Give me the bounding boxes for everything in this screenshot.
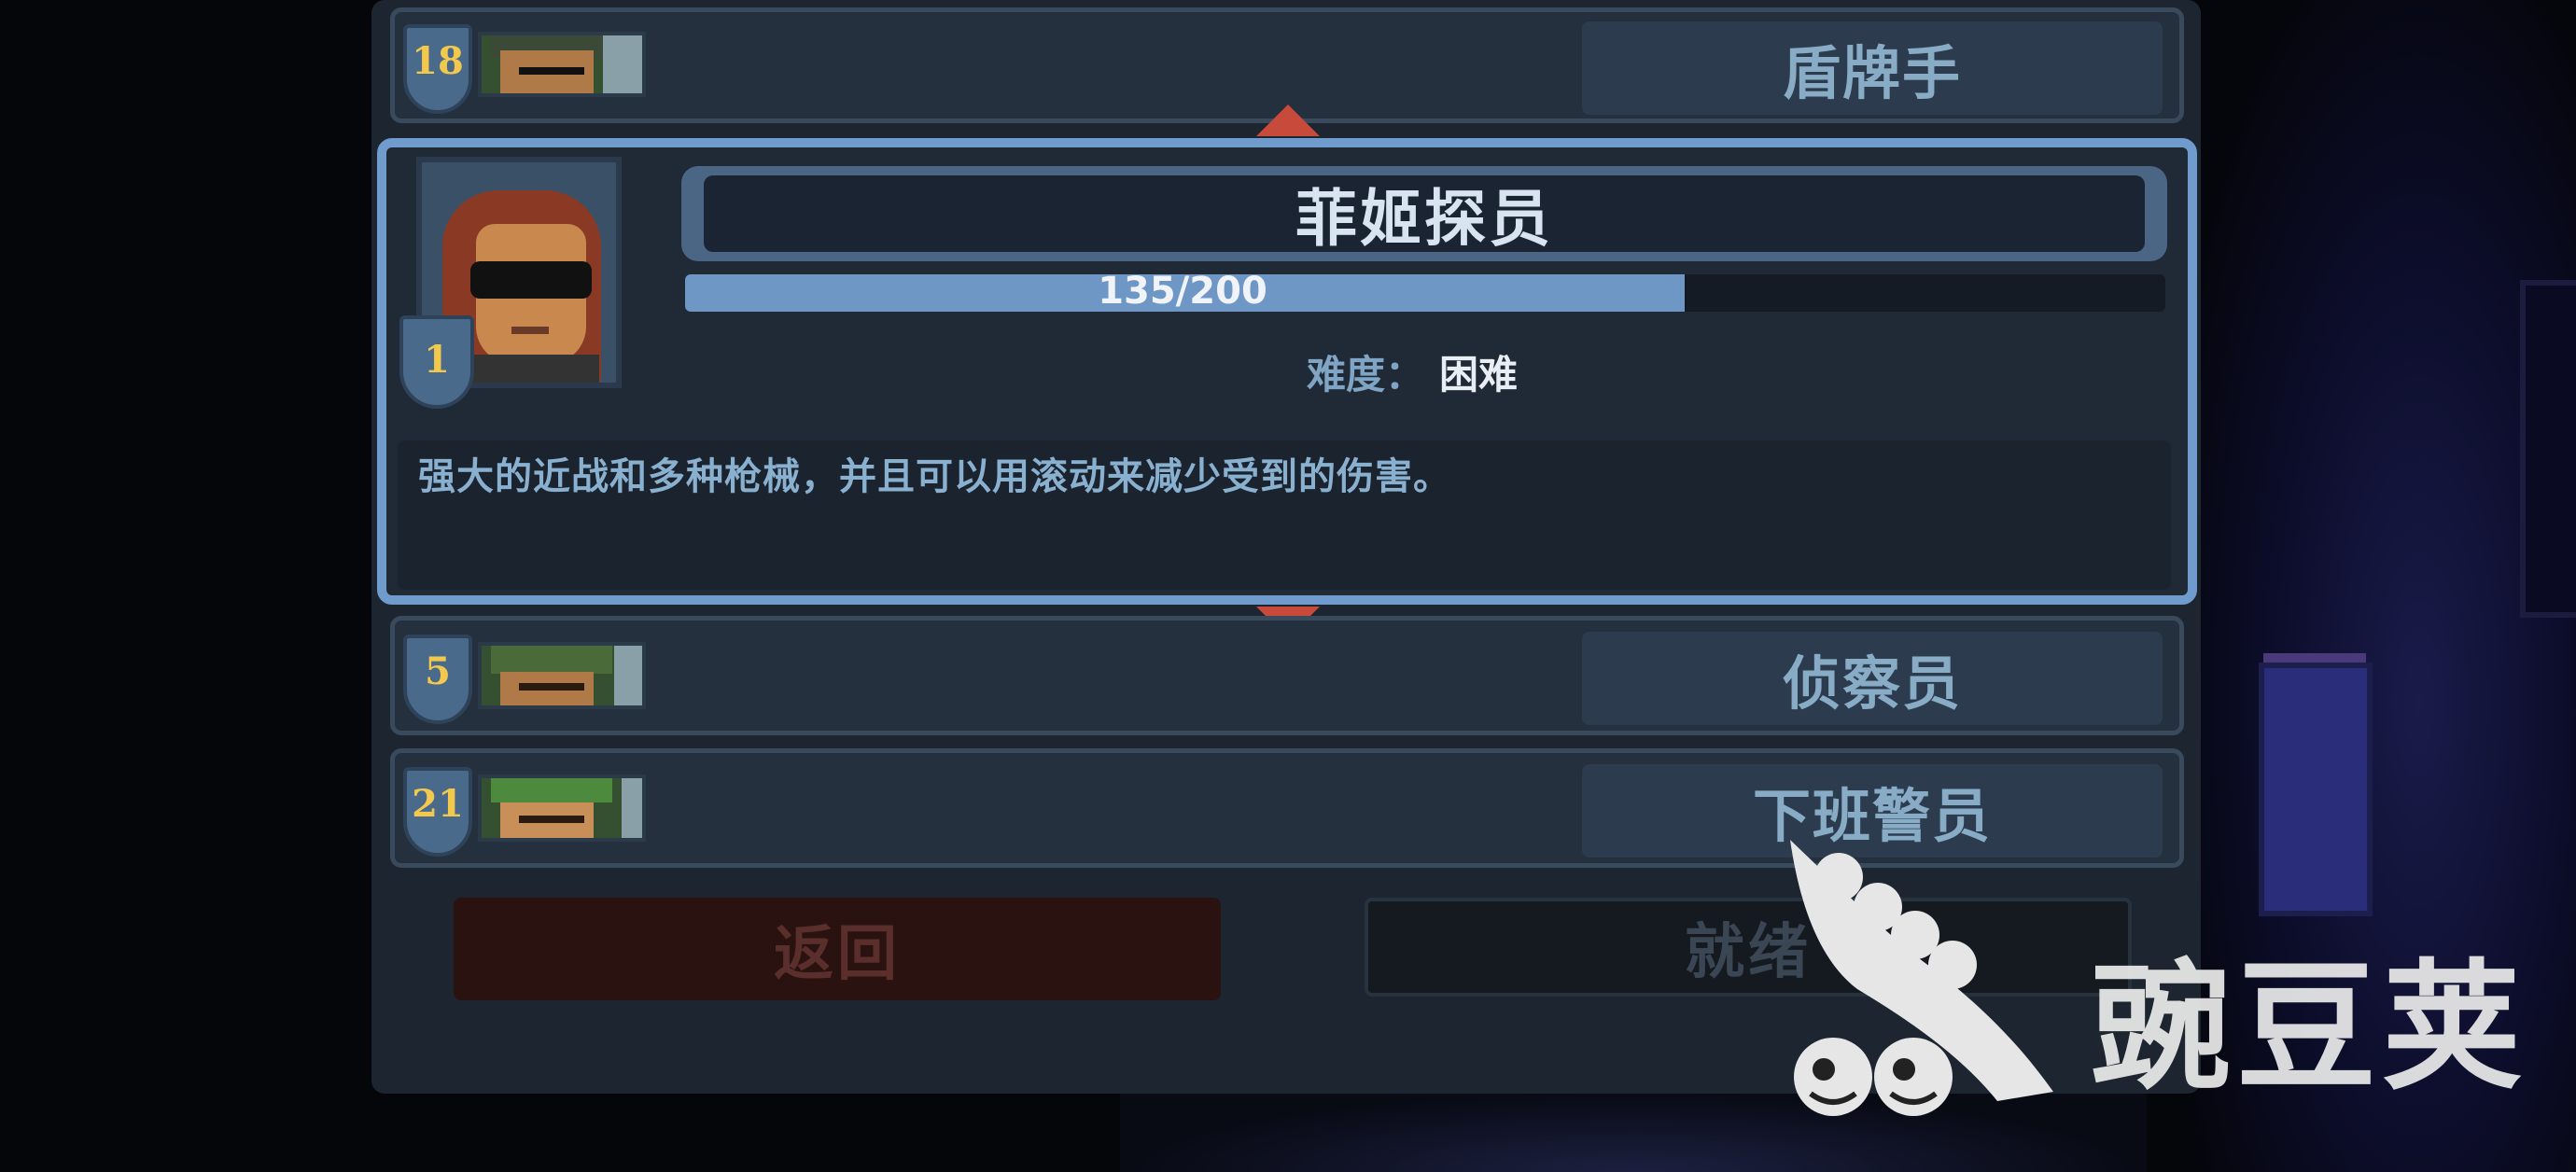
background-window	[2520, 280, 2576, 618]
difficulty-label: 难度：	[1307, 351, 1425, 398]
xp-progress-text: 135/200	[1098, 270, 1267, 313]
level-shield-icon: 1	[399, 315, 474, 409]
back-button[interactable]: 返回	[454, 898, 1221, 1000]
character-title-bar: 菲姬探员	[681, 166, 2167, 261]
character-thumbnail	[478, 774, 646, 842]
character-thumbnail	[478, 642, 646, 709]
character-name: 菲姬探员	[704, 175, 2145, 255]
character-thumbnail	[478, 32, 646, 97]
watermark-text: 豌豆荚	[2091, 947, 2528, 1109]
level-shield-icon: 21	[403, 767, 472, 857]
character-row-scout[interactable]: 侦察员	[390, 616, 2184, 735]
level-number: 1	[424, 338, 450, 382]
character-name: 盾牌手	[1582, 21, 2163, 115]
scroll-up-arrow-icon[interactable]	[1256, 105, 1320, 136]
difficulty: 难度： 困难	[1307, 343, 1518, 399]
level-number: 5	[425, 649, 451, 693]
wandoujia-logo-icon	[1790, 840, 2053, 1116]
character-name: 侦察员	[1582, 632, 2163, 725]
background-pillar	[2259, 663, 2373, 916]
level-shield-icon: 18	[403, 24, 472, 114]
character-description: 强大的近战和多种枪械，并且可以用滚动来减少受到的伤害。	[418, 455, 1451, 498]
level-shield-icon: 5	[403, 635, 472, 724]
difficulty-value: 困难	[1439, 351, 1519, 398]
level-number: 21	[412, 782, 464, 826]
level-number: 18	[412, 39, 464, 83]
